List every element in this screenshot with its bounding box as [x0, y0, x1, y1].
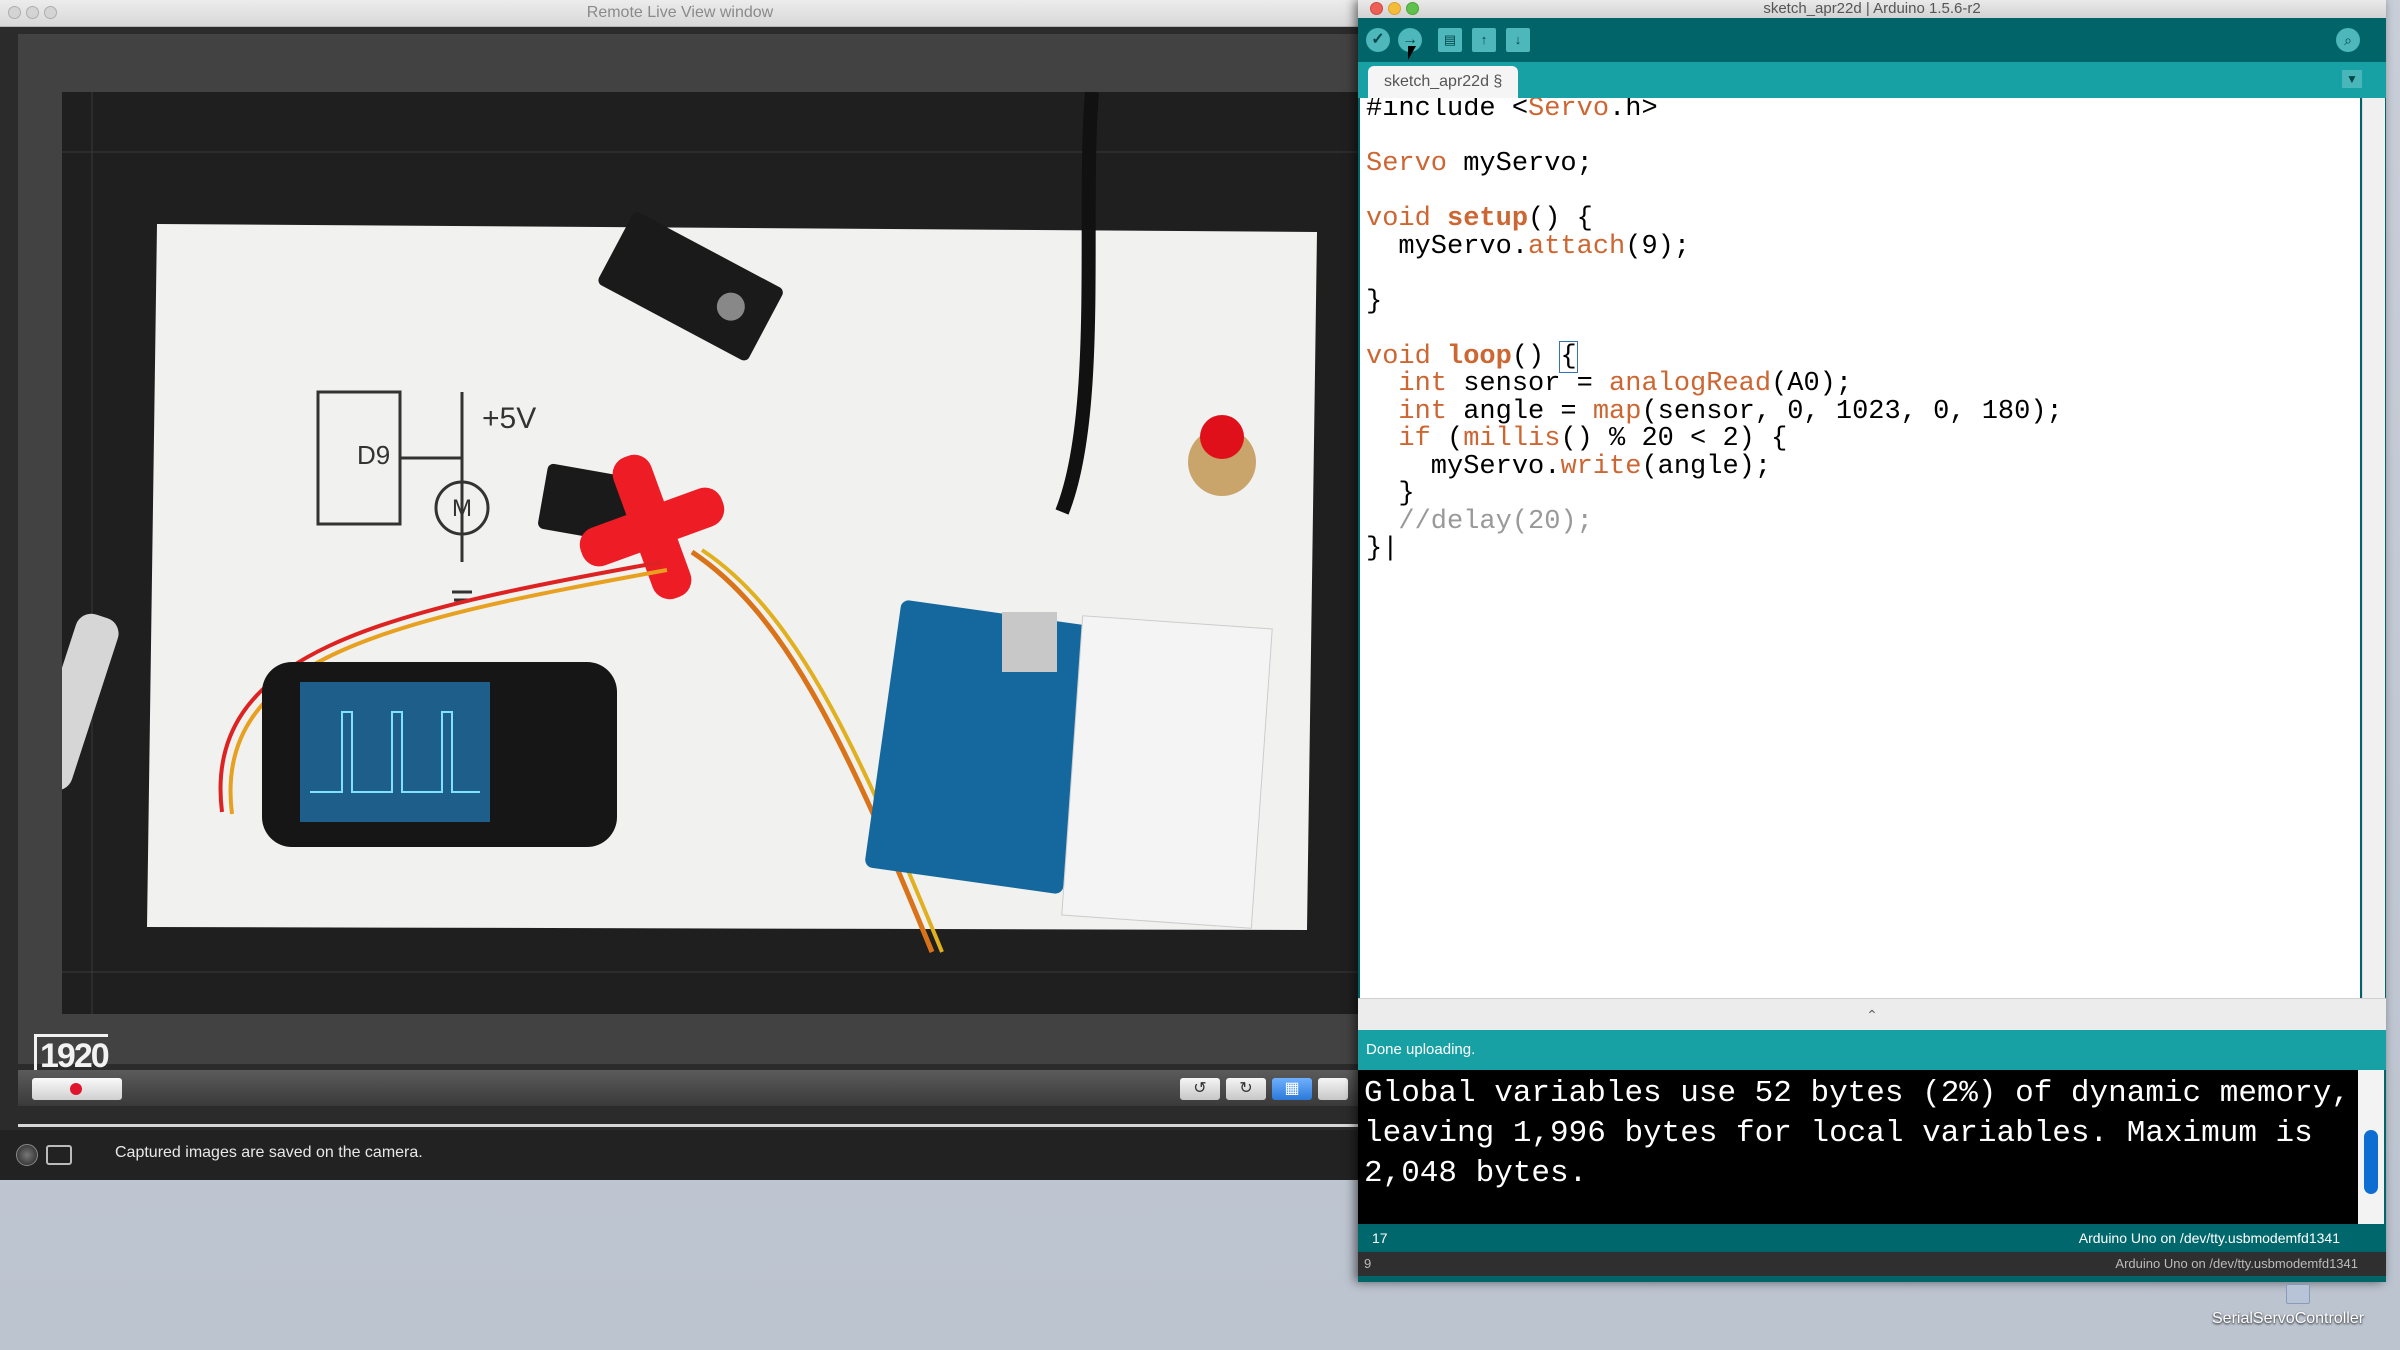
upload-status-message: Done uploading.	[1366, 1041, 1476, 1058]
ide-toolbar: ✓ → ▤ ↑ ↓	[1358, 18, 2386, 62]
rotate-right-button[interactable]: ↻	[1226, 1078, 1266, 1100]
status-text: Captured images are saved on the camera.	[115, 1144, 423, 1161]
folder-icon[interactable]	[2286, 1284, 2310, 1304]
serial-monitor-button[interactable]: ⌕	[2336, 28, 2360, 52]
motor-label: M	[452, 495, 472, 522]
pane-divider[interactable]: ⌃	[1358, 998, 2386, 1032]
code-line: if (millis() % 20 < 2) {	[1398, 424, 1788, 454]
code-line: Servo myServo;	[1366, 149, 1593, 179]
live-view-photo: D9 +5V M	[62, 92, 1360, 1014]
mouse-cursor-icon	[1408, 46, 1416, 60]
tab-menu-button[interactable]: ▼	[2342, 70, 2362, 88]
ide-footer: 17 Arduino Uno on /dev/tty.usbmodemfd134…	[1358, 1226, 2386, 1250]
live-view-statusbar: Captured images are saved on the camera.	[0, 1130, 1360, 1180]
console-scroll-thumb[interactable]	[2364, 1130, 2378, 1194]
code-line: void loop() {	[1366, 340, 1578, 373]
live-view-controlbar: ↺ ↻ ▦	[18, 1070, 1360, 1106]
divider-handle-icon[interactable]: ⌃	[1358, 1007, 2386, 1024]
more-button[interactable]	[1318, 1078, 1348, 1100]
arduino-ide-window: sketch_apr22d | Arduino 1.5.6-r2 ✓ → ▤ ↑…	[1358, 0, 2386, 1282]
desktop-folder-label[interactable]: SerialServoController	[2212, 1310, 2364, 1328]
grid-icon: ▦	[1284, 1080, 1300, 1097]
code-line: myServo.attach(9);	[1366, 231, 1691, 262]
save-icon: ↓	[1514, 32, 1522, 47]
grid-toggle-button[interactable]: ▦	[1272, 1078, 1312, 1100]
code-text[interactable]: #include <Servo.h> Servo myServo; void s…	[1366, 98, 2063, 564]
new-button[interactable]: ▤	[1438, 28, 1462, 52]
code-line: }	[1366, 479, 1415, 509]
editor-scrollbar[interactable]	[2362, 98, 2385, 998]
rotate-left-icon: ↺	[1193, 1080, 1207, 1097]
code-line: void setup() {	[1366, 204, 1593, 234]
rlv-titlebar[interactable]: Remote Live View window	[0, 0, 1360, 27]
verify-icon: ✓	[1371, 31, 1385, 48]
code-line: }	[1366, 286, 1383, 317]
code-line: int angle = map(sensor, 0, 1023, 0, 180)…	[1398, 396, 2063, 427]
5v-label: +5V	[482, 402, 536, 435]
save-button[interactable]: ↓	[1506, 28, 1530, 52]
code-line: }|	[1366, 534, 1399, 564]
code-line: #include <Servo.h>	[1366, 98, 1658, 124]
board-port-label-secondary: Arduino Uno on /dev/tty.usbmodemfd1341	[2115, 1256, 2358, 1271]
ide-footer-secondary: 9 Arduino Uno on /dev/tty.usbmodemfd1341	[1358, 1252, 2386, 1276]
window-title: sketch_apr22d | Arduino 1.5.6-r2	[1763, 0, 1981, 17]
code-line: int sensor = analogRead(A0);	[1398, 369, 1853, 399]
camera-icon	[46, 1145, 72, 1165]
remote-live-view-window: Remote Live View window D9 +5V M 1920 ↺ …	[0, 0, 1360, 1180]
verify-button[interactable]: ✓	[1366, 28, 1390, 52]
d9-label: D9	[357, 440, 390, 470]
record-icon	[70, 1083, 82, 1095]
ide-titlebar[interactable]: sketch_apr22d | Arduino 1.5.6-r2	[1358, 0, 2386, 18]
rotate-right-icon: ↻	[1239, 1080, 1253, 1097]
resolution-badge: 1920	[34, 1034, 110, 1074]
record-button[interactable]	[32, 1078, 122, 1100]
console-output: Global variables use 52 bytes (2%) of dy…	[1358, 1070, 2358, 1224]
sketch-tab[interactable]: sketch_apr22d §	[1368, 66, 1519, 98]
board-port-label: Arduino Uno on /dev/tty.usbmodemfd1341	[2078, 1230, 2340, 1246]
console-text: Global variables use 52 bytes (2%) of dy…	[1364, 1076, 2350, 1191]
open-button[interactable]: ↑	[1472, 28, 1496, 52]
code-line: //delay(20);	[1398, 506, 1593, 537]
code-editor[interactable]: #include <Servo.h> Servo myServo; void s…	[1360, 98, 2360, 998]
serial-monitor-icon: ⌕	[2344, 32, 2352, 48]
message-bar: Done uploading.	[1358, 1030, 2386, 1070]
window-title: Remote Live View window	[586, 4, 774, 21]
new-icon: ▤	[1443, 32, 1457, 47]
live-view-progress	[18, 1124, 1360, 1127]
shutter-icon[interactable]	[16, 1144, 38, 1166]
ide-tabbar: sketch_apr22d § ▼	[1358, 62, 2386, 98]
open-icon: ↑	[1480, 32, 1488, 47]
line-number-secondary: 9	[1364, 1256, 1372, 1271]
rotate-left-button[interactable]: ↺	[1180, 1078, 1220, 1100]
line-number: 17	[1372, 1230, 1388, 1246]
console-scrollbar[interactable]	[2358, 1070, 2384, 1224]
code-line: myServo.write(angle);	[1366, 451, 1772, 482]
chevron-down-icon: ▼	[2346, 72, 2358, 86]
